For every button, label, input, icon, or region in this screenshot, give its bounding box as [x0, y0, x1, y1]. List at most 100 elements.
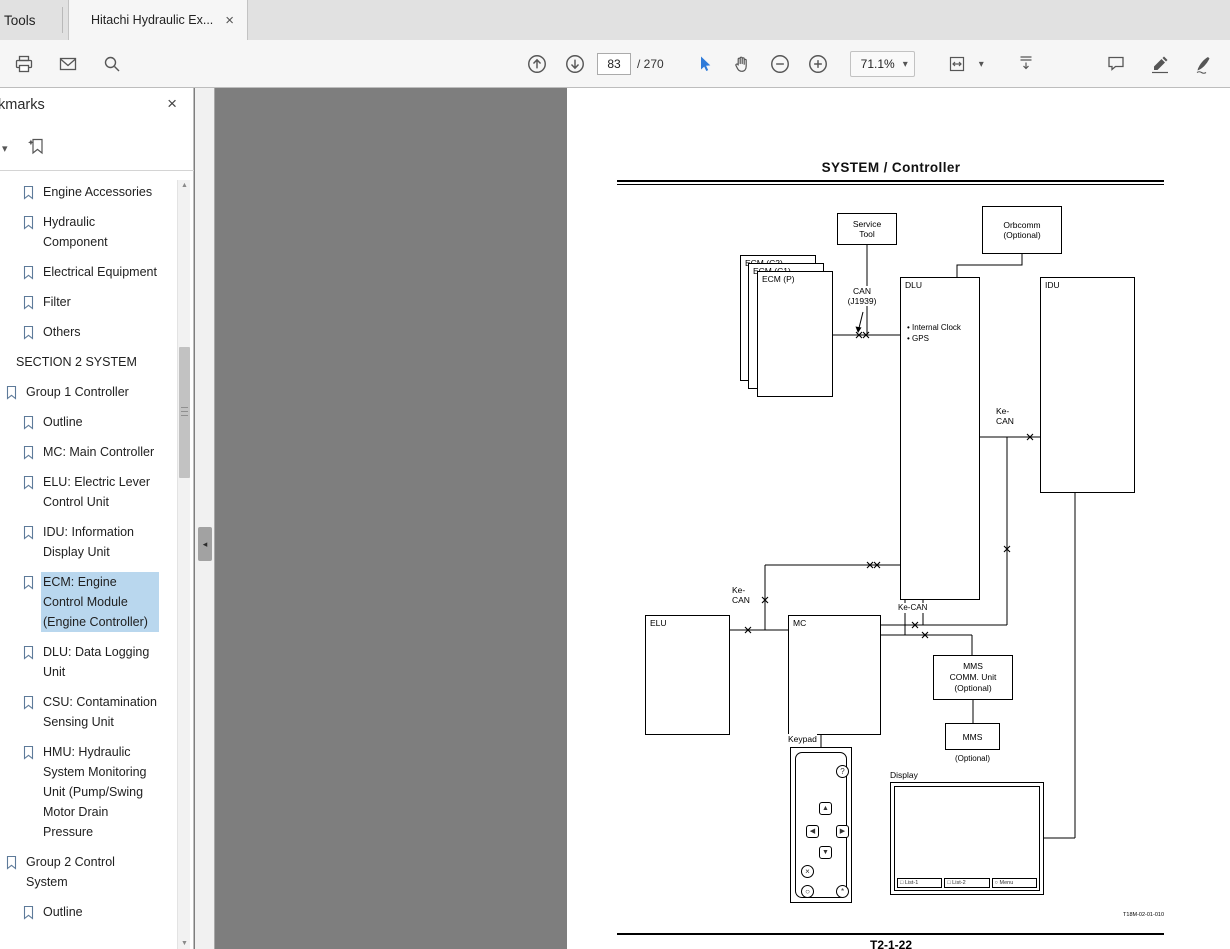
bookmark-item[interactable]: Hydraulic Component [0, 207, 177, 257]
bookmark-item-label: IDU: Information Display Unit [43, 525, 135, 559]
bookmark-item[interactable]: DLU: Data Logging Unit [0, 637, 177, 687]
close-panel-icon[interactable]: × [167, 94, 177, 114]
page-up-icon [528, 55, 546, 73]
bookmarks-panel-title: kmarks [0, 97, 45, 113]
thumb-grip [181, 415, 188, 416]
page-fit-icon [949, 56, 964, 72]
hand-tool-button[interactable] [726, 48, 758, 80]
bookmark-item[interactable]: ELU: Electric Lever Control Unit [0, 467, 177, 517]
bookmark-icon [23, 695, 34, 710]
bookmark-icon [23, 475, 34, 490]
bookmark-item-label: Group 2 Control System [26, 855, 115, 889]
bookmark-item[interactable]: Others [0, 317, 177, 347]
next-page-button[interactable] [559, 48, 591, 80]
comment-icon [1108, 56, 1124, 71]
idu-box: IDU [1040, 277, 1135, 493]
highlight-button[interactable] [1144, 48, 1176, 80]
document-page: SYSTEM / Controller Service Tool Orbcomm… [567, 88, 1230, 949]
marquee-zoom-icon [104, 56, 120, 72]
up-key: ▲ [819, 802, 832, 815]
print-button[interactable] [8, 48, 40, 80]
cancel-key: × [801, 865, 814, 878]
sidebar-scrollbar[interactable]: ▲ ▼ [177, 180, 190, 949]
display-bar-item: □ List-2 [944, 878, 990, 888]
zoom-out-button[interactable] [764, 48, 796, 80]
bookmark-item-label: DLU: Data Logging Unit [43, 645, 150, 679]
service-tool-box: Service Tool [837, 213, 897, 245]
bookmark-icon [23, 185, 34, 200]
comment-button[interactable] [1100, 48, 1132, 80]
figure-code: T18M-02-01-010 [1123, 912, 1164, 918]
scroll-mode-button[interactable] [1010, 48, 1042, 80]
bookmark-item[interactable]: ECM: Engine Control Module (Engine Contr… [0, 567, 177, 637]
bookmark-item[interactable]: Electrical Equipment [0, 257, 177, 287]
bookmark-item[interactable]: Group 2 Control System [0, 847, 177, 897]
help-key: ? [836, 765, 849, 778]
scrollbar-up-icon[interactable]: ▲ [178, 182, 191, 189]
dlu-label: DLU [905, 280, 923, 290]
bookmark-item-label: Engine Accessories [43, 185, 153, 199]
bookmark-item-label: ECM: Engine Control Module (Engine Contr… [41, 572, 159, 632]
star-key: * [836, 885, 849, 898]
ke-can-label-right: Ke- CAN [996, 406, 1014, 426]
thumb-grip [181, 411, 188, 412]
zoom-level-dropdown[interactable]: 71.1% ▾ [849, 51, 915, 77]
sign-button[interactable] [1188, 48, 1220, 80]
main-toolbar: / 270 71.1% ▾ ▾ [0, 40, 1230, 88]
zoom-in-button[interactable] [802, 48, 834, 80]
document-viewport[interactable]: SYSTEM / Controller Service Tool Orbcomm… [216, 88, 1230, 949]
new-bookmark-icon [28, 138, 43, 155]
highlight-icon [1152, 56, 1168, 74]
ke-can-label-left: Ke- CAN [732, 585, 750, 605]
tab-document[interactable]: Hitachi Hydraulic Ex... × [68, 0, 248, 40]
tab-tools[interactable]: Tools [0, 0, 62, 40]
page-number-input[interactable] [597, 53, 631, 75]
zoom-level-value: 71.1% [860, 57, 895, 71]
chevron-down-icon[interactable]: ▾ [979, 59, 984, 70]
close-tab-icon[interactable]: × [222, 12, 237, 29]
bookmark-item-label: Others [43, 325, 81, 339]
select-tool-icon [700, 56, 711, 71]
ecm-p-box: ECM (P) [757, 271, 833, 397]
bookmark-item[interactable]: Filter [0, 287, 177, 317]
document-tab-label: Hitachi Hydraulic Ex... [91, 13, 214, 27]
bookmark-item-label: Electrical Equipment [43, 265, 157, 279]
bookmark-item[interactable]: Outline [0, 897, 177, 927]
bookmark-item[interactable]: Group 1 Controller [0, 377, 177, 407]
new-bookmark-button[interactable] [27, 137, 46, 156]
bookmark-item-label: Outline [43, 415, 83, 429]
bookmark-item[interactable]: Outline [0, 407, 177, 437]
mc-box: MC [788, 615, 881, 735]
bookmark-icon [6, 855, 17, 870]
scrollbar-thumb[interactable] [179, 347, 190, 478]
previous-page-button[interactable] [521, 48, 553, 80]
panel-options-chevron-icon[interactable]: ▾ [2, 142, 8, 155]
bookmark-item[interactable]: IDU: Information Display Unit [0, 517, 177, 567]
bookmark-item[interactable]: Engine Accessories [0, 177, 177, 207]
marquee-zoom-button[interactable] [96, 48, 128, 80]
down-key: ▼ [819, 846, 832, 859]
hand-tool-icon [735, 56, 747, 72]
bookmark-item[interactable]: CSU: Contamination Sensing Unit [0, 687, 177, 737]
bookmarks-panel: kmarks × ▾ Engine Accessories Hydraulic C… [0, 88, 194, 949]
ecm-p-label: ECM (P) [762, 274, 795, 284]
scroll-mode-icon [1020, 56, 1032, 70]
bookmark-item[interactable]: SECTION 2 SYSTEM [0, 347, 177, 377]
page-fit-button[interactable] [941, 48, 973, 80]
bookmark-item-label: Group 1 Controller [26, 385, 129, 399]
scrollbar-down-icon[interactable]: ▼ [178, 940, 191, 947]
display-screen: □ List-1 □ List-2 ○ Menu [894, 786, 1040, 891]
bookmark-item[interactable]: MC: Main Controller [0, 437, 177, 467]
select-tool-button[interactable] [688, 48, 720, 80]
footer-rule [617, 933, 1164, 935]
display-box: □ List-1 □ List-2 ○ Menu [890, 782, 1044, 895]
dlu-box: DLU • Internal Clock • GPS [900, 277, 980, 600]
keypad-box: ? ▲ ◀ ▶ ▼ × ○ * [790, 747, 852, 903]
display-bar-item: □ List-1 [897, 878, 943, 888]
bookmark-icon [23, 415, 34, 430]
bookmark-item-label: ELU: Electric Lever Control Unit [43, 475, 150, 509]
bookmark-item[interactable]: HMU: Hydraulic System Monitoring Unit (P… [0, 737, 177, 847]
email-button[interactable] [52, 48, 84, 80]
page-total-label: / 270 [637, 57, 664, 71]
collapse-panel-button[interactable]: ◂ [198, 527, 212, 561]
